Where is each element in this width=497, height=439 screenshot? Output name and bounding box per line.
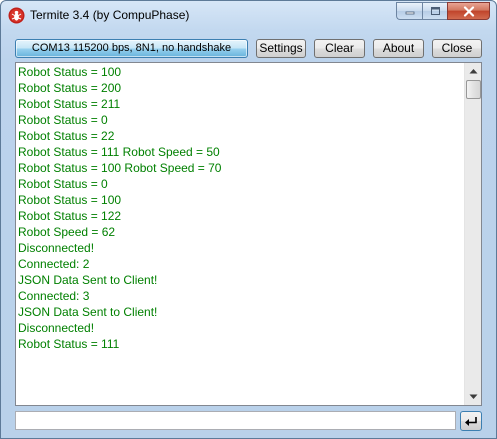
- close-icon: [463, 5, 474, 17]
- termite-icon: [8, 7, 25, 24]
- maximize-button[interactable]: [422, 2, 447, 20]
- log-line: Robot Status = 0: [18, 177, 108, 191]
- scroll-up-button[interactable]: [465, 63, 481, 79]
- window-title: Termite 3.4 (by CompuPhase): [30, 8, 190, 22]
- enter-arrow-icon: [465, 416, 477, 426]
- log-line: Robot Status = 122: [18, 209, 122, 223]
- scroll-down-button[interactable]: [465, 389, 481, 405]
- log-line: Robot Status = 100 Robot Speed = 70: [18, 161, 222, 175]
- chevron-up-icon: [469, 69, 477, 74]
- settings-button[interactable]: Settings: [256, 39, 306, 58]
- log-line: Robot Status = 111: [18, 337, 120, 351]
- maximize-icon: [430, 7, 440, 15]
- clear-button[interactable]: Clear: [314, 39, 365, 58]
- log-line: Robot Status = 0: [18, 113, 108, 127]
- log-line: Robot Status = 211: [18, 97, 121, 111]
- log-line: Robot Speed = 62: [18, 225, 116, 239]
- log-line: Connected: 3: [18, 289, 90, 303]
- log-line: JSON Data Sent to Client!: [18, 273, 158, 287]
- title-bar[interactable]: Termite 3.4 (by CompuPhase): [1, 1, 496, 31]
- scrollbar-thumb[interactable]: [466, 80, 481, 99]
- command-input[interactable]: [15, 411, 456, 430]
- log-line: Robot Status = 111 Robot Speed = 50: [18, 145, 220, 159]
- minimize-button[interactable]: [396, 2, 422, 20]
- log-line: Robot Status = 100: [18, 65, 122, 79]
- log-line: Disconnected!: [18, 241, 95, 255]
- log-line: Disconnected!: [18, 321, 95, 335]
- minimize-icon: [405, 11, 414, 15]
- caption-buttons: [396, 2, 490, 22]
- close-button[interactable]: Close: [432, 39, 482, 58]
- close-window-button[interactable]: [447, 2, 490, 20]
- log-line: Connected: 2: [18, 257, 90, 271]
- log-lines: Robot Status = 100 Robot Status = 200 Ro…: [18, 64, 464, 352]
- send-button[interactable]: [460, 411, 482, 431]
- log-line: Robot Status = 22: [18, 129, 115, 143]
- about-button[interactable]: About: [373, 39, 424, 58]
- chevron-down-icon: [469, 394, 477, 399]
- log-line: Robot Status = 100: [18, 193, 122, 207]
- log-line: JSON Data Sent to Client!: [18, 305, 158, 319]
- port-settings-button[interactable]: COM13 115200 bps, 8N1, no handshake: [15, 39, 248, 58]
- log-line: Robot Status = 200: [18, 81, 122, 95]
- terminal-output[interactable]: Robot Status = 100 Robot Status = 200 Ro…: [15, 62, 482, 406]
- termite-window: Termite 3.4 (by CompuPhase) COM13 115200…: [0, 0, 497, 439]
- vertical-scrollbar[interactable]: [464, 63, 481, 405]
